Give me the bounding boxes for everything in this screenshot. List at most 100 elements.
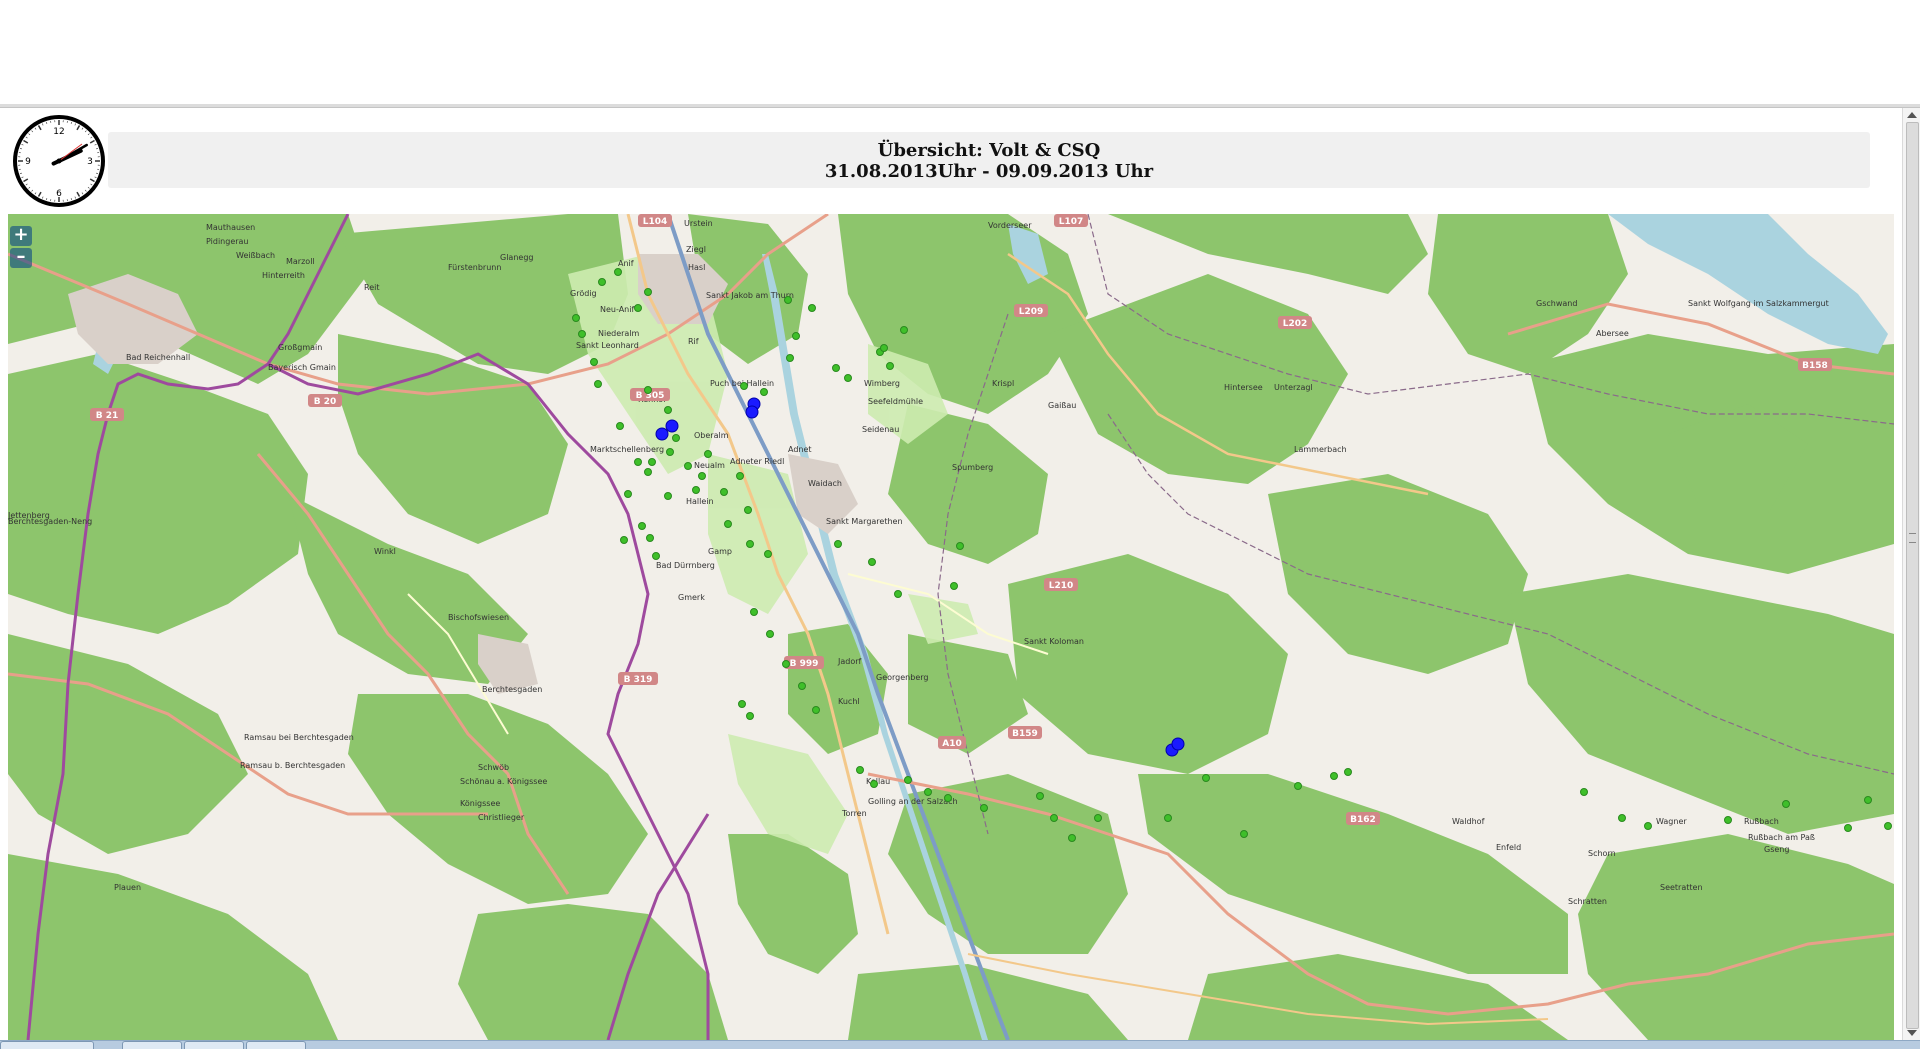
station-marker[interactable] <box>635 305 642 312</box>
station-marker[interactable] <box>845 375 852 382</box>
station-marker[interactable] <box>869 559 876 566</box>
station-marker[interactable] <box>1069 835 1076 842</box>
station-marker[interactable] <box>721 489 728 496</box>
zoom-out-button[interactable]: – <box>10 248 32 268</box>
station-marker[interactable] <box>857 767 864 774</box>
place-label: Waldhof <box>1452 817 1485 826</box>
station-marker[interactable] <box>591 359 598 366</box>
station-marker[interactable] <box>645 289 652 296</box>
station-marker[interactable] <box>785 297 792 304</box>
station-marker[interactable] <box>579 331 586 338</box>
station-marker[interactable] <box>737 473 744 480</box>
station-marker[interactable] <box>835 541 842 548</box>
station-marker[interactable] <box>761 389 768 396</box>
station-marker[interactable] <box>1725 817 1732 824</box>
station-marker[interactable] <box>705 451 712 458</box>
station-marker[interactable] <box>813 707 820 714</box>
station-marker[interactable] <box>1865 797 1872 804</box>
station-marker[interactable] <box>617 423 624 430</box>
station-marker[interactable] <box>1331 773 1338 780</box>
station-marker[interactable] <box>871 781 878 788</box>
station-marker[interactable] <box>751 609 758 616</box>
place-label: Gaißau <box>1048 401 1076 410</box>
station-marker[interactable] <box>895 591 902 598</box>
station-marker[interactable] <box>1051 815 1058 822</box>
map-canvas[interactable]: MauthausenPidingerauWeißbachMarzollHinte… <box>8 214 1894 1040</box>
station-marker[interactable] <box>1165 815 1172 822</box>
station-marker[interactable] <box>887 363 894 370</box>
cluster-marker[interactable] <box>666 420 678 432</box>
place-label: Ramsau b. Berchtesgaden <box>240 761 345 770</box>
vertical-scrollbar[interactable] <box>1902 108 1920 1040</box>
station-marker[interactable] <box>767 631 774 638</box>
station-marker[interactable] <box>599 279 606 286</box>
cluster-marker[interactable] <box>746 406 758 418</box>
station-marker[interactable] <box>1619 815 1626 822</box>
station-marker[interactable] <box>647 535 654 542</box>
station-marker[interactable] <box>625 491 632 498</box>
station-marker[interactable] <box>621 537 628 544</box>
station-marker[interactable] <box>957 543 964 550</box>
station-marker[interactable] <box>1345 769 1352 776</box>
cluster-marker[interactable] <box>1172 738 1184 750</box>
zoom-in-button[interactable]: + <box>10 226 32 246</box>
station-marker[interactable] <box>881 345 888 352</box>
station-marker[interactable] <box>595 381 602 388</box>
station-marker[interactable] <box>615 269 622 276</box>
station-marker[interactable] <box>1037 793 1044 800</box>
station-marker[interactable] <box>793 333 800 340</box>
station-marker[interactable] <box>1095 815 1102 822</box>
station-marker[interactable] <box>745 507 752 514</box>
station-marker[interactable] <box>573 315 580 322</box>
station-marker[interactable] <box>925 789 932 796</box>
station-marker[interactable] <box>739 701 746 708</box>
place-label: Gmerk <box>678 593 705 602</box>
station-marker[interactable] <box>951 583 958 590</box>
station-marker[interactable] <box>639 523 646 530</box>
station-marker[interactable] <box>747 541 754 548</box>
station-marker[interactable] <box>799 683 806 690</box>
road-label: L104 <box>643 217 668 227</box>
station-marker[interactable] <box>747 713 754 720</box>
station-marker[interactable] <box>1645 823 1652 830</box>
station-marker[interactable] <box>1203 775 1210 782</box>
station-marker[interactable] <box>645 469 652 476</box>
station-marker[interactable] <box>783 661 790 668</box>
place-label: Marzoll <box>286 257 315 266</box>
station-marker[interactable] <box>741 383 748 390</box>
station-marker[interactable] <box>765 551 772 558</box>
station-marker[interactable] <box>945 795 952 802</box>
scroll-down-icon[interactable] <box>1907 1030 1917 1036</box>
station-marker[interactable] <box>1783 801 1790 808</box>
station-marker[interactable] <box>635 459 642 466</box>
station-marker[interactable] <box>693 487 700 494</box>
map-view[interactable]: MauthausenPidingerauWeißbachMarzollHinte… <box>8 214 1894 1040</box>
station-marker[interactable] <box>699 473 706 480</box>
station-marker[interactable] <box>649 459 656 466</box>
station-marker[interactable] <box>1241 831 1248 838</box>
station-marker[interactable] <box>1581 789 1588 796</box>
place-label: Reit <box>364 283 379 292</box>
station-marker[interactable] <box>1845 825 1852 832</box>
station-marker[interactable] <box>981 805 988 812</box>
place-label: Christlieger <box>478 813 525 822</box>
scroll-up-icon[interactable] <box>1907 112 1917 118</box>
station-marker[interactable] <box>833 365 840 372</box>
place-label: Wimberg <box>864 379 900 388</box>
station-marker[interactable] <box>809 305 816 312</box>
station-marker[interactable] <box>665 493 672 500</box>
station-marker[interactable] <box>725 521 732 528</box>
station-marker[interactable] <box>787 355 794 362</box>
cluster-marker[interactable] <box>656 428 668 440</box>
scroll-thumb[interactable] <box>1906 122 1919 1029</box>
station-marker[interactable] <box>645 387 652 394</box>
station-marker[interactable] <box>667 449 674 456</box>
station-marker[interactable] <box>653 553 660 560</box>
station-marker[interactable] <box>901 327 908 334</box>
station-marker[interactable] <box>685 463 692 470</box>
station-marker[interactable] <box>673 435 680 442</box>
station-marker[interactable] <box>1295 783 1302 790</box>
station-marker[interactable] <box>1885 823 1892 830</box>
station-marker[interactable] <box>665 407 672 414</box>
station-marker[interactable] <box>905 777 912 784</box>
